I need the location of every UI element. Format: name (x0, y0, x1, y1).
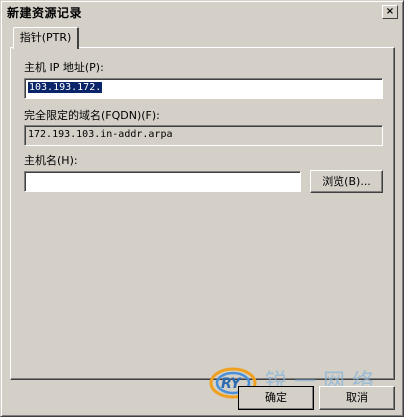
tab-ptr[interactable]: 指针(PTR) (13, 27, 79, 49)
ok-button[interactable]: 确定 (238, 386, 314, 410)
new-resource-record-dialog: 新建资源记录 × 指针(PTR) 主机 IP 地址(P): 103.193.17… (0, 0, 404, 417)
cancel-button[interactable]: 取消 (319, 386, 395, 410)
host-ip-value: 103.193.172. (28, 82, 103, 93)
browse-button[interactable]: 浏览(B)... (310, 170, 383, 193)
title-bar: 新建资源记录 × (4, 4, 400, 22)
window-title: 新建资源记录 (7, 6, 83, 20)
fqdn-field: 172.193.103.in-addr.arpa (24, 125, 383, 146)
host-ip-label: 主机 IP 地址(P): (24, 61, 104, 74)
host-name-label: 主机名(H): (24, 154, 78, 167)
tab-panel: 主机 IP 地址(P): 103.193.172. 完全限定的域名(FQDN)(… (10, 47, 395, 380)
close-button[interactable]: × (382, 5, 398, 19)
host-ip-input[interactable]: 103.193.172. (24, 78, 383, 99)
fqdn-value: 172.193.103.in-addr.arpa (28, 129, 173, 140)
fqdn-label: 完全限定的域名(FQDN)(F): (24, 109, 160, 122)
host-name-input[interactable] (24, 171, 301, 192)
close-icon: × (385, 6, 395, 17)
